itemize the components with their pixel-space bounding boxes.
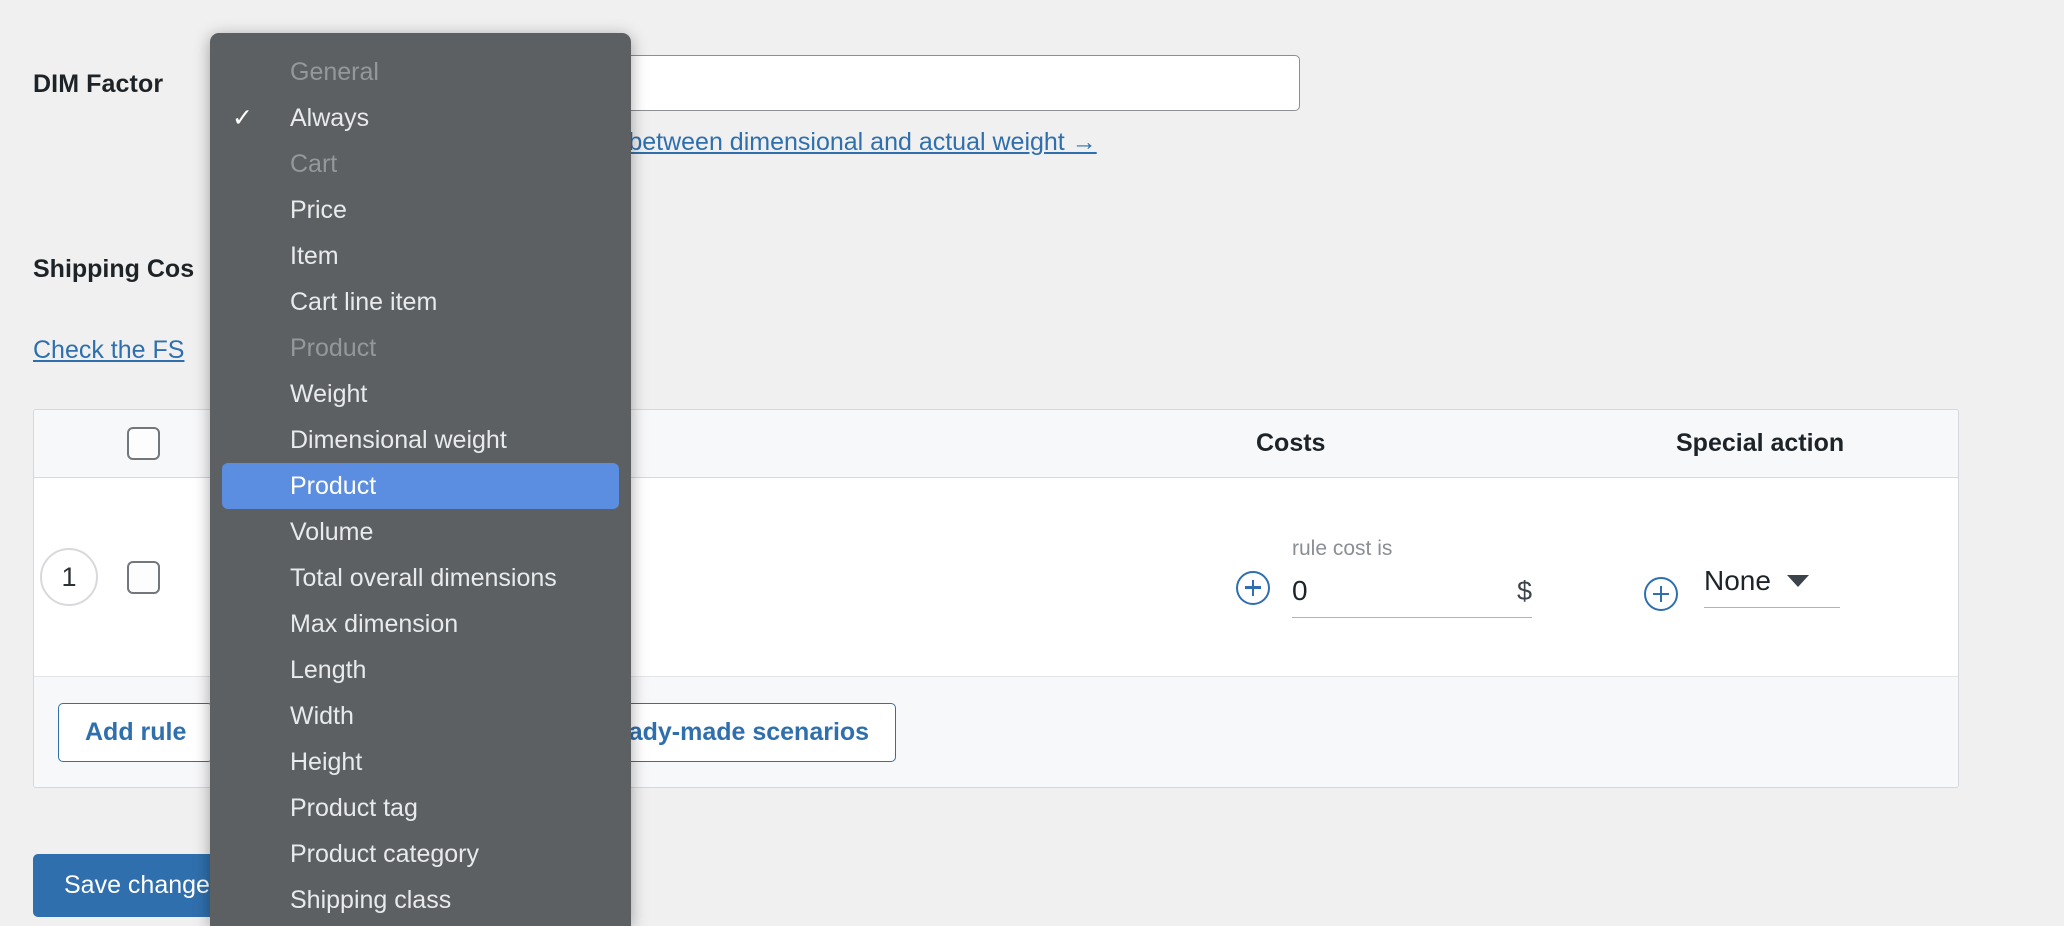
dropdown-item[interactable]: Length bbox=[210, 647, 631, 693]
dropdown-item[interactable]: Price bbox=[210, 187, 631, 233]
add-rule-button[interactable]: Add rule bbox=[58, 703, 213, 762]
dropdown-item-label: Width bbox=[290, 702, 354, 730]
dropdown-item[interactable]: Total overall dimensions bbox=[210, 555, 631, 601]
dropdown-item[interactable]: Max dimension bbox=[210, 601, 631, 647]
dropdown-item-label: Product tag bbox=[290, 794, 418, 822]
dropdown-item-label: Product bbox=[290, 472, 376, 500]
dropdown-item-label: Product bbox=[290, 334, 376, 362]
dropdown-item-label: Product category bbox=[290, 840, 479, 868]
dropdown-item-label: Total overall dimensions bbox=[290, 564, 557, 592]
dropdown-item-label: Item bbox=[290, 242, 339, 270]
cost-caption-label: rule cost is bbox=[1292, 537, 1532, 561]
add-special-action-plus-icon[interactable] bbox=[1644, 577, 1678, 611]
dropdown-item-label: Shipping class bbox=[290, 886, 451, 914]
dropdown-item[interactable]: Product bbox=[222, 463, 619, 509]
header-cell-special-action: Special action bbox=[1628, 429, 1958, 458]
cost-field: rule cost is 0 $ bbox=[1292, 537, 1532, 618]
dropdown-item-label: Volume bbox=[290, 518, 373, 546]
dropdown-item-label: Cart bbox=[290, 150, 337, 178]
dropdown-item[interactable]: Item bbox=[210, 233, 631, 279]
dropdown-item-label: Always bbox=[290, 104, 369, 132]
row-select-checkbox[interactable] bbox=[127, 561, 160, 594]
special-action-value: None bbox=[1704, 565, 1771, 597]
special-action-select[interactable]: None bbox=[1704, 565, 1840, 608]
dropdown-item-label: Dimensional weight bbox=[290, 426, 507, 454]
dropdown-group-label: Product bbox=[210, 325, 631, 371]
dropdown-item[interactable]: Product tag bbox=[210, 785, 631, 831]
header-cell-select-all bbox=[104, 427, 182, 460]
header-cell-costs: Costs bbox=[1208, 429, 1628, 458]
dropdown-group-label: Cart bbox=[210, 141, 631, 187]
condition-select-dropdown[interactable]: General ✓ Always Cart Price Item Cart line ite… bbox=[210, 33, 631, 926]
chevron-down-icon bbox=[1787, 575, 1809, 587]
dropdown-item[interactable]: Weight bbox=[210, 371, 631, 417]
dropdown-item-label: Length bbox=[290, 656, 366, 684]
dropdown-item[interactable]: Cart line item bbox=[210, 279, 631, 325]
dropdown-item[interactable]: Volume bbox=[210, 509, 631, 555]
check-fs-link[interactable]: Check the FS bbox=[33, 336, 184, 365]
check-icon: ✓ bbox=[232, 100, 253, 136]
row-special-action-cell: None bbox=[1628, 543, 1958, 611]
dropdown-item[interactable]: Width bbox=[210, 693, 631, 739]
dropdown-item-label: Price bbox=[290, 196, 347, 224]
dropdown-item-label: Max dimension bbox=[290, 610, 458, 638]
dropdown-item[interactable]: Height bbox=[210, 739, 631, 785]
row-number-cell: 1 bbox=[34, 548, 104, 606]
dropdown-group-label: General bbox=[210, 49, 631, 95]
row-select-cell bbox=[104, 561, 182, 594]
dropdown-item[interactable]: Dimensional weight bbox=[210, 417, 631, 463]
dropdown-item-label: Weight bbox=[290, 380, 367, 408]
currency-symbol: $ bbox=[1517, 576, 1532, 607]
dropdown-item[interactable]: ✓ Always bbox=[210, 95, 631, 141]
dim-factor-label: DIM Factor bbox=[33, 70, 163, 99]
dropdown-item[interactable]: Product category bbox=[210, 831, 631, 877]
cost-value-input[interactable]: 0 bbox=[1292, 575, 1308, 607]
shipping-cost-heading: Shipping Cos bbox=[33, 255, 194, 284]
dropdown-item-label: Height bbox=[290, 748, 362, 776]
row-number-badge: 1 bbox=[40, 548, 98, 606]
add-cost-plus-icon[interactable] bbox=[1236, 571, 1270, 605]
dropdown-item-label: General bbox=[290, 58, 379, 86]
select-all-checkbox[interactable] bbox=[127, 427, 160, 460]
row-costs-cell: rule cost is 0 $ bbox=[1208, 537, 1628, 618]
dropdown-item[interactable]: Shipping class bbox=[210, 877, 631, 923]
dropdown-list: General ✓ Always Cart Price Item Cart line ite… bbox=[210, 49, 631, 923]
dropdown-item-label: Cart line item bbox=[290, 288, 437, 316]
page-root: DIM Factor e about the difference betwee… bbox=[0, 0, 2064, 926]
